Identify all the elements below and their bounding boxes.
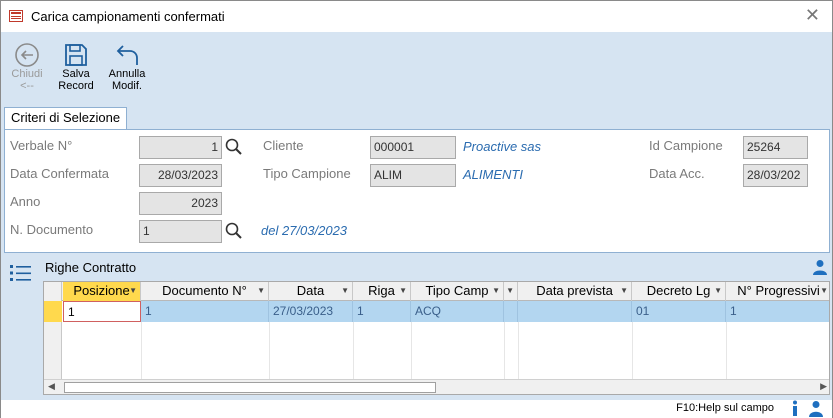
cliente-name-text: Proactive sas <box>463 139 542 154</box>
dropdown-icon: ▼ <box>399 286 407 295</box>
grid-title: Righe Contratto <box>45 260 137 275</box>
tipo-campione-code-input[interactable]: ALIM <box>370 164 456 187</box>
n-documento-input[interactable]: 1 <box>139 220 222 243</box>
righe-contratto-section: Righe Contratto Posizione ▼ Documento N° ▼… <box>1 255 832 400</box>
column-label: Decreto Lg <box>646 283 711 298</box>
column-header-tipo-camp[interactable]: Tipo Camp ▼ <box>411 282 504 301</box>
dropdown-icon: ▼ <box>341 286 349 295</box>
column-header-documento[interactable]: Documento N° ▼ <box>141 282 269 301</box>
user-icon[interactable] <box>812 259 828 275</box>
dropdown-icon: ▼ <box>506 286 514 295</box>
back-arrow-icon <box>15 43 39 67</box>
scroll-right-icon[interactable]: ▶ <box>820 381 827 392</box>
cell-n-progressivi[interactable]: 1 <box>726 301 829 322</box>
column-header-data-prevista[interactable]: Data prevista ▼ <box>518 282 632 301</box>
form-icon <box>9 10 23 22</box>
column-label: Documento N° <box>162 283 247 298</box>
column-header-n-progressivi[interactable]: N° Progressivi ▼ <box>726 282 829 301</box>
column-label: Data <box>296 283 325 298</box>
cell-decreto-lg[interactable]: 01 <box>632 301 726 322</box>
anno-label: Anno <box>10 194 41 209</box>
status-bar: F10:Help sul campo <box>1 400 832 418</box>
cell-data[interactable]: 27/03/2023 <box>269 301 353 322</box>
data-acc-input[interactable]: 28/03/202 <box>743 164 808 187</box>
column-header-posizione[interactable]: Posizione ▼ <box>63 282 141 301</box>
column-header-decreto-lg[interactable]: Decreto Lg ▼ <box>632 282 726 301</box>
undo-arrow-icon <box>116 45 138 65</box>
tab-strip: Criteri di Selezione <box>1 104 832 130</box>
search-icon[interactable] <box>225 138 243 156</box>
cell-tipo-camp[interactable]: ACQ <box>411 301 504 322</box>
column-label: N° Progressivi <box>737 283 820 298</box>
data-confermata-input[interactable]: 28/03/2023 <box>139 164 222 187</box>
column-label: Riga <box>368 283 395 298</box>
tipo-campione-name-text: ALIMENTI <box>463 167 523 182</box>
undo-button-label: Annulla Modif. <box>108 68 146 92</box>
dropdown-icon: ▼ <box>257 286 265 295</box>
help-text: F10:Help sul campo <box>676 402 774 414</box>
cell-riga[interactable]: 1 <box>353 301 411 322</box>
column-label: Posizione <box>73 283 130 298</box>
cell-posizione[interactable]: 1 <box>63 301 141 322</box>
close-icon[interactable]: ✕ <box>805 6 820 24</box>
current-row-indicator[interactable] <box>44 301 62 322</box>
save-button-label: Salva Record <box>58 68 94 92</box>
search-icon[interactable] <box>225 222 243 240</box>
cell-blank[interactable] <box>504 301 518 322</box>
close-button-label: Chiudi <-- <box>11 68 43 92</box>
column-header-riga[interactable]: Riga ▼ <box>353 282 411 301</box>
documento-date-text: del 27/03/2023 <box>261 223 348 238</box>
column-header-data[interactable]: Data ▼ <box>269 282 353 301</box>
column-label: Data prevista <box>536 283 613 298</box>
tipo-campione-label: Tipo Campione <box>263 166 351 181</box>
list-icon <box>10 265 31 281</box>
anno-input[interactable]: 2023 <box>139 192 222 215</box>
column-header-blank[interactable]: ▼ <box>504 282 518 301</box>
window-title: Carica campionamenti confermati <box>31 9 225 24</box>
n-documento-label: N. Documento <box>10 222 94 237</box>
verbale-input[interactable]: 1 <box>139 136 222 159</box>
grid-header: Posizione ▼ Documento N° ▼ Data ▼ Riga ▼ Tip… <box>44 282 829 301</box>
data-acc-label: Data Acc. <box>649 166 705 181</box>
info-icon[interactable] <box>788 400 802 417</box>
user-icon[interactable] <box>808 400 824 417</box>
id-campione-label: Id Campione <box>649 138 723 153</box>
righe-contratto-grid: Posizione ▼ Documento N° ▼ Data ▼ Riga ▼ Tip… <box>43 281 830 395</box>
table-row[interactable]: 1 1 27/03/2023 1 ACQ 01 1 <box>63 301 829 322</box>
criteria-panel: Verbale N° 1 Data Confermata 28/03/2023 … <box>1 129 832 255</box>
dropdown-icon: ▼ <box>714 286 722 295</box>
save-button[interactable]: Salva Record <box>52 36 100 100</box>
dropdown-icon: ▼ <box>620 286 628 295</box>
floppy-disk-icon <box>65 44 87 66</box>
tab-criteri-selezione[interactable]: Criteri di Selezione <box>4 107 128 130</box>
cliente-code-input[interactable]: 000001 <box>370 136 456 159</box>
criteria-form: Verbale N° 1 Data Confermata 28/03/2023 … <box>4 129 830 253</box>
dropdown-icon: ▼ <box>129 286 137 295</box>
dropdown-icon: ▼ <box>492 286 500 295</box>
dropdown-icon: ▼ <box>820 286 828 295</box>
undo-button[interactable]: Annulla Modif. <box>103 36 151 100</box>
verbale-label: Verbale N° <box>10 138 73 153</box>
scrollbar-thumb[interactable] <box>64 382 436 393</box>
cell-data-prevista[interactable] <box>518 301 632 322</box>
dialog-window: Carica campionamenti confermati ✕ Chiudi… <box>0 0 833 418</box>
title-bar: Carica campionamenti confermati ✕ <box>1 1 832 32</box>
close-button[interactable]: Chiudi <-- <box>3 36 51 100</box>
horizontal-scrollbar[interactable]: ◀ ▶ <box>44 379 829 394</box>
data-confermata-label: Data Confermata <box>10 166 109 181</box>
id-campione-input[interactable]: 25264 <box>743 136 808 159</box>
cliente-label: Cliente <box>263 138 304 153</box>
column-label: Tipo Camp <box>425 283 489 298</box>
cell-documento[interactable]: 1 <box>141 301 269 322</box>
scroll-left-icon[interactable]: ◀ <box>48 381 55 392</box>
toolbar: Chiudi <-- Salva Record Annulla Modif. <box>1 32 832 104</box>
